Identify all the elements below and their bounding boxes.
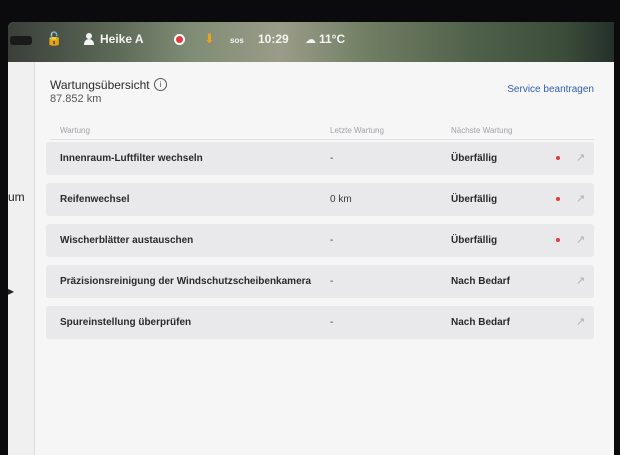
recording-icon[interactable] (174, 34, 185, 45)
info-icon[interactable]: i (154, 78, 167, 91)
task-name: Spureinstellung überprüfen (60, 317, 192, 328)
sos-icon[interactable]: sos (230, 36, 244, 45)
lock-icon[interactable]: 🔓 (46, 31, 62, 47)
last-service: 0 km (330, 194, 352, 205)
temperature: 11°C (319, 32, 346, 46)
next-service: Nach Bedarf (451, 317, 510, 328)
status-bar: 🔓 Heike A ⬇ sos 10:29 ☁ 11°C (8, 22, 614, 62)
clock: 10:29 (258, 32, 289, 46)
open-arrow-icon[interactable]: ↗ (576, 192, 585, 205)
overdue-dot-icon (556, 238, 560, 242)
last-service: - (330, 276, 334, 287)
table-row[interactable]: Innenraum-Luftfilter wechseln - Überfäll… (46, 142, 594, 175)
column-header-task: Wartung (60, 126, 90, 135)
table-row[interactable]: Präzisionsreinigung der Windschutzscheib… (46, 265, 594, 298)
sidebar-arrow-icon[interactable]: ▸ (8, 284, 14, 298)
last-service: - (330, 317, 334, 328)
last-service: - (330, 153, 334, 164)
column-header-last: Letzte Wartung (330, 126, 384, 135)
next-service: Nach Bedarf (451, 276, 510, 287)
overdue-dot-icon (556, 156, 560, 160)
table-row[interactable]: Wischerblätter austauschen - Überfällig … (46, 224, 594, 257)
cloud-icon: ☁ (305, 34, 316, 46)
open-arrow-icon[interactable]: ↗ (576, 315, 585, 328)
open-arrow-icon[interactable]: ↗ (576, 274, 585, 287)
open-arrow-icon[interactable]: ↗ (576, 151, 585, 164)
sidebar-item-partial[interactable]: um (8, 190, 25, 204)
task-name: Innenraum-Luftfilter wechseln (60, 153, 203, 164)
status-pill (10, 36, 32, 45)
table-row[interactable]: Spureinstellung überprüfen - Nach Bedarf… (46, 306, 594, 339)
last-service: - (330, 235, 334, 246)
next-service: Überfällig (451, 194, 498, 205)
header-divider (50, 139, 594, 140)
task-name: Wischerblätter austauschen (60, 235, 194, 246)
next-service: Überfällig (451, 235, 498, 246)
download-icon[interactable]: ⬇ (204, 31, 215, 47)
user-icon[interactable] (84, 33, 94, 45)
driver-profile[interactable]: Heike A (100, 32, 144, 46)
page-title: Wartungsübersicht (50, 78, 150, 92)
odometer-reading: 87.852 km (50, 93, 102, 105)
task-name: Reifenwechsel (60, 194, 130, 205)
sidebar: um ▸ (8, 62, 35, 455)
table-row[interactable]: Reifenwechsel 0 km Überfällig ↗ (46, 183, 594, 216)
open-arrow-icon[interactable]: ↗ (576, 233, 585, 246)
column-header-next: Nächste Wartung (451, 126, 513, 135)
car-screen: 🔓 Heike A ⬇ sos 10:29 ☁ 11°C um ▸ Wartun… (8, 22, 614, 455)
next-service: Überfällig (451, 153, 498, 164)
task-name: Präzisionsreinigung der Windschutzscheib… (60, 276, 312, 287)
overdue-dot-icon (556, 197, 560, 201)
request-service-button[interactable]: Service beantragen (507, 84, 594, 95)
